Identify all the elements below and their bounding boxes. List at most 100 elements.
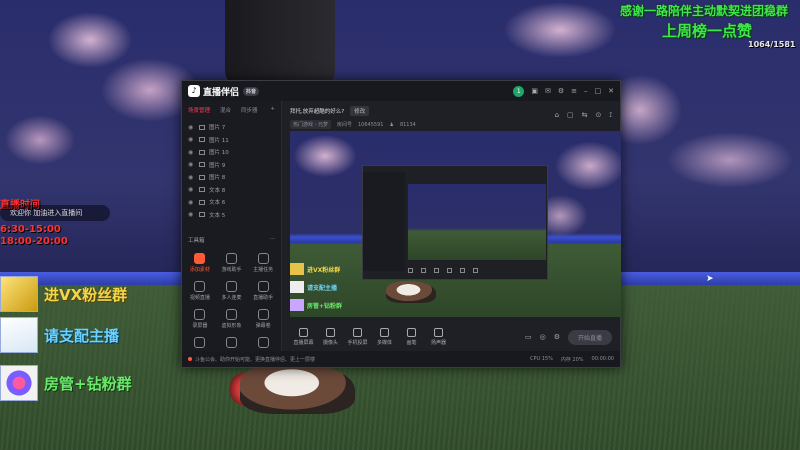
app-logo-icon: ♪: [188, 85, 200, 97]
tool-add-material[interactable]: 添加素材: [184, 253, 216, 273]
minimize-icon[interactable]: –: [584, 87, 588, 95]
eye-icon[interactable]: ◉: [188, 161, 195, 168]
image-icon: [199, 124, 205, 130]
source-media[interactable]: 多媒体: [371, 328, 398, 346]
tool-tasks[interactable]: 主播任务: [247, 253, 279, 273]
tool-video-live[interactable]: 视频直播: [184, 281, 216, 301]
tool-screen-record[interactable]: 录屏器: [184, 309, 216, 329]
tool-danmaku[interactable]: 弹幕卷: [247, 309, 279, 329]
layout-icon[interactable]: ⌂: [555, 111, 559, 120]
eye-icon[interactable]: ◉: [188, 174, 195, 181]
preview-promo-label: 请支配主播: [307, 284, 338, 292]
tool-extra-2[interactable]: [216, 337, 248, 350]
tool-multi-mic[interactable]: 多人连麦: [216, 281, 248, 301]
top-banner-2: 上周榜一点赞: [662, 22, 753, 40]
layer-item[interactable]: ◉ 图片 7: [188, 121, 275, 134]
lock-icon[interactable]: ▢: [567, 111, 574, 120]
stream-category[interactable]: 热门游戏 - 元梦: [290, 120, 331, 129]
layer-label: 文本 5: [209, 212, 226, 219]
tools-grid: 添加素材 游戏助手 主播任务 视频直播 多人连麦 直播助手 录屏器 虚拟形象 弹…: [182, 249, 281, 354]
status-dot-icon: [188, 357, 192, 361]
add-scene-icon[interactable]: +: [270, 106, 275, 114]
source-phone[interactable]: 手机投屏: [344, 328, 371, 346]
eye-icon[interactable]: ◉: [188, 124, 195, 131]
tool-label: 视频直播: [189, 295, 210, 301]
source-camera[interactable]: 摄像头: [317, 328, 344, 346]
top-small-text: 1064/1581: [748, 40, 796, 49]
game-icon: [225, 253, 237, 264]
layer-label: 图片 10: [209, 150, 229, 157]
close-icon[interactable]: ✕: [608, 87, 614, 95]
layer-label: 图片 9: [209, 162, 226, 169]
media-icon: [380, 328, 389, 337]
rotate-icon[interactable]: ⊙: [596, 111, 602, 120]
preview-nested-window: [362, 165, 548, 280]
tool-live-assist[interactable]: 直播助手: [247, 281, 279, 301]
layer-item[interactable]: ◉ 图片 10: [188, 146, 275, 159]
app-logo: ♪ 直播伴侣 抖音: [188, 85, 260, 98]
live-time-2: 18:00-20:00: [0, 236, 68, 247]
diamond-ring-icon: [0, 365, 38, 401]
source-brush[interactable]: 画笔: [398, 328, 425, 346]
layer-item[interactable]: ◉ 图片 9: [188, 159, 275, 172]
mirror-icon[interactable]: ⇆: [582, 111, 588, 120]
gold-bars-icon: [290, 263, 304, 275]
source-label: 手机投屏: [347, 340, 368, 346]
eye-icon[interactable]: ◉: [188, 199, 195, 206]
app-version-badge: 抖音: [243, 86, 260, 96]
layer-item[interactable]: ◉ 图片 11: [188, 134, 275, 147]
tab-sync[interactable]: 同步器: [241, 106, 258, 114]
tab-mix[interactable]: 混合: [220, 106, 231, 114]
record-toggle-icon[interactable]: ◎: [540, 333, 546, 341]
settings-gear-icon[interactable]: ⚙: [554, 333, 560, 341]
download-icon: [257, 337, 269, 348]
message-icon[interactable]: ✉: [545, 87, 551, 95]
source-screen[interactable]: 直播屏幕: [290, 328, 317, 346]
share-icon[interactable]: ⟟: [609, 111, 612, 120]
duration-stat: 00:00:00: [591, 355, 614, 362]
avatar[interactable]: 1: [513, 85, 525, 97]
cpu-stat: CPU 15%: [529, 355, 553, 362]
edit-title-button[interactable]: 修改: [350, 106, 370, 116]
settings-icon[interactable]: ⚙: [558, 87, 564, 95]
maximize-icon[interactable]: □: [595, 87, 602, 95]
character-legs: [225, 0, 335, 90]
layer-item[interactable]: ◉ 图片 8: [188, 171, 275, 184]
tool-avatar[interactable]: 虚拟形象: [216, 309, 248, 329]
gift-icon[interactable]: ▣: [531, 87, 538, 95]
start-live-button[interactable]: 开始直播: [567, 329, 612, 345]
tab-scenes[interactable]: 场景管理: [188, 106, 210, 114]
status-bar: 斗鱼公会、助你开始可能、更换直播伴侣、更上一层楼 CPU 15% 内存 20% …: [182, 351, 620, 367]
eye-icon[interactable]: ◉: [188, 211, 195, 218]
live-time-1: 6:30-15:00: [0, 224, 61, 235]
eye-icon[interactable]: ◉: [188, 136, 195, 143]
mouse-cursor-icon: ➤: [706, 274, 714, 284]
tool-icon: [194, 337, 206, 348]
source-label: 多媒体: [376, 340, 392, 346]
text-icon: [199, 187, 205, 193]
text-icon: [199, 199, 205, 205]
promo-label: 请支配主播: [44, 326, 120, 345]
eye-icon[interactable]: ◉: [188, 149, 195, 156]
tool-label: 多人连麦: [221, 295, 242, 301]
tool-extra-3[interactable]: [247, 337, 279, 350]
task-icon: [257, 253, 269, 264]
stream-preview[interactable]: 进VX粉丝群 请支配主播 房管+钻粉群: [290, 131, 621, 317]
viewers-icon: ♟: [389, 121, 394, 128]
diamond-ring-icon: [290, 299, 304, 311]
layer-item[interactable]: ◉ 文本 6: [188, 196, 275, 209]
promo-label: 房管+钻粉群: [44, 374, 132, 393]
layer-item[interactable]: ◉ 文本 8: [188, 184, 275, 197]
eye-icon[interactable]: ◉: [188, 186, 195, 193]
tool-extra-1[interactable]: [184, 337, 216, 350]
viewer-count: 81134: [399, 121, 416, 128]
menu-icon[interactable]: ≡: [571, 87, 577, 95]
layer-item[interactable]: ◉ 文本 5: [188, 209, 275, 222]
status-message[interactable]: 斗鱼公会、助你开始可能、更换直播伴侣、更上一层楼: [195, 356, 315, 363]
tool-game-assist[interactable]: 游戏助手: [216, 253, 248, 273]
tools-more-icon[interactable]: ⋯: [270, 236, 276, 244]
source-label: 直播屏幕: [293, 340, 314, 346]
phone-icon: [353, 328, 362, 337]
source-speaker[interactable]: 扬声器: [425, 328, 452, 346]
camera-toggle-icon[interactable]: ▭: [525, 333, 532, 341]
